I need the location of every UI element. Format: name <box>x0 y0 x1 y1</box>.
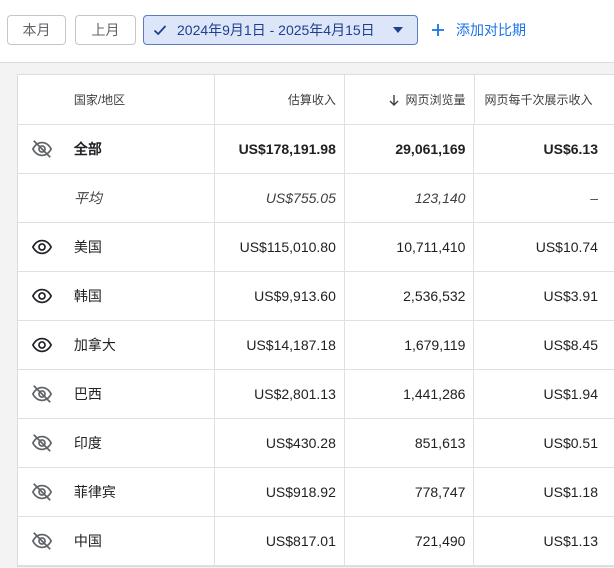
revenue-cell: US$178,191.98 <box>215 125 345 173</box>
table-row: 巴西 US$2,801.13 1,441,286 US$1.94 <box>18 370 614 419</box>
country-cell: 韩国 <box>66 272 216 320</box>
revenue-cell: US$14,187.18 <box>215 321 345 369</box>
column-header-pageviews[interactable]: 网页浏览量 <box>345 75 475 124</box>
this-month-button[interactable]: 本月 <box>7 15 66 45</box>
table-header-row: 国家/地区 估算收入 网页浏览量 网页每千次展示收入 <box>18 75 614 125</box>
table-row-total: 全部 US$178,191.98 29,061,169 US$6.13 <box>18 125 614 174</box>
visibility-toggle[interactable] <box>18 468 66 516</box>
eye-off-icon <box>31 385 53 403</box>
pageviews-cell: 778,747 <box>345 468 475 516</box>
revenue-cell: US$817.01 <box>215 517 345 565</box>
table-row: 中国 US$817.01 721,490 US$1.13 <box>18 517 614 566</box>
report-panel: 国家/地区 估算收入 网页浏览量 网页每千次展示收入 全部 US$178,191… <box>0 62 614 568</box>
eye-icon <box>31 288 53 304</box>
country-cell: 全部 <box>66 125 216 173</box>
eye-off-icon <box>31 483 53 501</box>
eye-off-icon <box>31 140 53 158</box>
date-range-label: 2024年9月1日 - 2025年4月15日 <box>177 22 375 38</box>
check-icon <box>153 25 167 36</box>
date-toolbar: 本月 上月 2024年9月1日 - 2025年4月15日 添加对比期 <box>0 0 614 62</box>
visibility-toggle[interactable] <box>18 321 66 369</box>
table-row: 美国 US$115,010.80 10,711,410 US$10.74 <box>18 223 614 272</box>
rpm-cell: US$1.18 <box>543 484 598 500</box>
rpm-cell: US$6.13 <box>543 141 598 157</box>
date-range-dropdown[interactable]: 2024年9月1日 - 2025年4月15日 <box>143 15 418 45</box>
plus-icon <box>432 24 444 36</box>
rpm-cell: US$1.94 <box>543 386 598 402</box>
country-cell: 加拿大 <box>66 321 216 369</box>
rpm-cell: US$1.13 <box>543 533 598 549</box>
pageviews-cell: 10,711,410 <box>345 223 475 271</box>
this-month-label: 本月 <box>22 22 51 38</box>
eye-off-icon <box>31 434 53 452</box>
country-cell: 中国 <box>66 517 216 565</box>
country-cell: 平均 <box>66 174 216 222</box>
pageviews-cell: 1,441,286 <box>345 370 475 418</box>
country-header-label: 国家/地区 <box>73 93 126 107</box>
revenue-cell: US$918.92 <box>215 468 345 516</box>
visibility-toggle[interactable] <box>18 419 66 467</box>
sort-descending-icon <box>389 94 399 106</box>
table-row: 韩国 US$9,913.60 2,536,532 US$3.91 <box>18 272 614 321</box>
visibility-toggle[interactable] <box>18 370 66 418</box>
table-row: 加拿大 US$14,187.18 1,679,119 US$8.45 <box>18 321 614 370</box>
table-row-average: 平均 US$755.05 123,140 – <box>18 174 614 223</box>
pageviews-cell: 1,679,119 <box>345 321 475 369</box>
pageviews-cell: 851,613 <box>345 419 475 467</box>
country-cell: 印度 <box>66 419 216 467</box>
pageviews-cell: 29,061,169 <box>345 125 475 173</box>
pageviews-cell: 2,536,532 <box>345 272 475 320</box>
revenue-cell: US$9,913.60 <box>215 272 345 320</box>
visibility-header <box>18 75 66 124</box>
pageviews-cell: 721,490 <box>345 517 475 565</box>
visibility-toggle[interactable] <box>18 125 66 173</box>
country-cell: 巴西 <box>66 370 216 418</box>
visibility-toggle[interactable] <box>18 223 66 271</box>
rpm-cell: US$10.74 <box>535 239 598 255</box>
pageviews-header-label: 网页浏览量 <box>405 93 466 107</box>
eye-icon <box>31 337 53 353</box>
country-report-table: 国家/地区 估算收入 网页浏览量 网页每千次展示收入 全部 US$178,191… <box>17 74 614 567</box>
add-comparison-button[interactable]: 添加对比期 <box>431 19 526 41</box>
rpm-header-label: 网页每千次展示收入 <box>484 93 593 107</box>
eye-icon <box>31 239 53 255</box>
visibility-placeholder <box>18 174 66 222</box>
revenue-cell: US$755.05 <box>215 174 345 222</box>
country-cell: 美国 <box>66 223 216 271</box>
last-month-label: 上月 <box>91 22 120 38</box>
country-cell: 菲律宾 <box>66 468 216 516</box>
column-header-rpm[interactable]: 网页每千次展示收入 <box>475 75 614 124</box>
revenue-cell: US$2,801.13 <box>215 370 345 418</box>
revenue-header-label: 估算收入 <box>287 93 336 107</box>
rpm-cell: US$0.51 <box>543 435 598 451</box>
revenue-cell: US$115,010.80 <box>215 223 345 271</box>
revenue-cell: US$430.28 <box>215 419 345 467</box>
last-month-button[interactable]: 上月 <box>75 15 136 45</box>
table-row: 菲律宾 US$918.92 778,747 US$1.18 <box>18 468 614 517</box>
visibility-toggle[interactable] <box>18 517 66 565</box>
rpm-cell: US$8.45 <box>543 337 598 353</box>
table-row: 印度 US$430.28 851,613 US$0.51 <box>18 419 614 468</box>
caret-down-icon <box>393 27 403 33</box>
eye-off-icon <box>31 532 53 550</box>
column-header-revenue[interactable]: 估算收入 <box>215 75 345 124</box>
pageviews-cell: 123,140 <box>345 174 475 222</box>
column-header-country[interactable]: 国家/地区 <box>66 75 216 124</box>
rpm-cell: – <box>590 190 598 206</box>
add-comparison-label: 添加对比期 <box>456 22 526 38</box>
visibility-toggle[interactable] <box>18 272 66 320</box>
rpm-cell: US$3.91 <box>543 288 598 304</box>
